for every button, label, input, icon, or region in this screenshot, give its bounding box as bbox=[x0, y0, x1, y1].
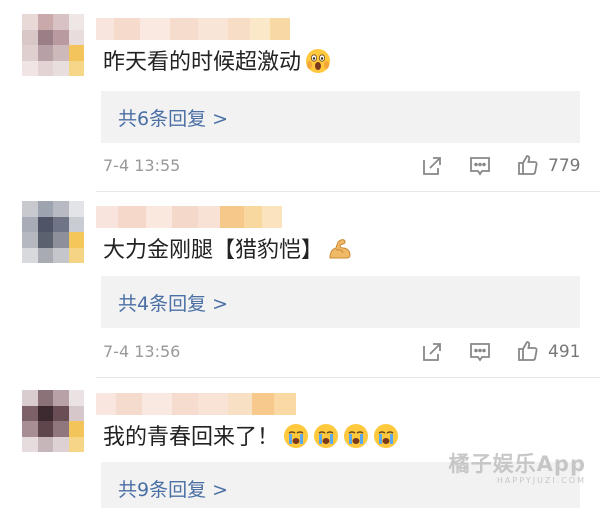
comment-text: 大力金刚腿【猎豹恺】 bbox=[103, 236, 353, 266]
comment-text: 昨天看的时候超激动 bbox=[103, 48, 331, 78]
like-count: 491 bbox=[548, 342, 581, 362]
username-blurred[interactable] bbox=[96, 18, 290, 40]
username-blurred[interactable] bbox=[96, 393, 296, 415]
divider bbox=[96, 377, 600, 378]
comment-text-content: 大力金刚腿【猎豹恺】 bbox=[103, 238, 324, 263]
crying-emoji-icon bbox=[314, 424, 339, 448]
divider bbox=[96, 191, 600, 192]
timestamp: 7-4 13:55 bbox=[103, 156, 181, 175]
comment-icon[interactable] bbox=[468, 340, 492, 364]
view-replies-link[interactable]: 共6条回复 > bbox=[118, 104, 228, 131]
crying-emoji-icon bbox=[344, 424, 369, 448]
flexed-biceps-emoji-icon bbox=[329, 239, 351, 259]
thumbs-up-icon[interactable] bbox=[516, 153, 540, 177]
comment-text-content: 我的青春回来了！ bbox=[103, 425, 280, 450]
watermark: 橘子娱乐App HAPPYJUZI.COM bbox=[449, 452, 586, 486]
view-replies-link[interactable]: 共4条回复 > bbox=[118, 289, 228, 316]
comment-feed: 昨天看的时候超激动 共6条回复 > 7-4 13:55 779 大力金刚腿【猎豹… bbox=[0, 0, 600, 508]
avatar[interactable] bbox=[22, 390, 84, 452]
reply-box[interactable]: 共4条回复 > bbox=[101, 276, 580, 328]
watermark-url: HAPPYJUZI.COM bbox=[496, 476, 586, 485]
avatar[interactable] bbox=[22, 201, 84, 263]
thumbs-up-icon[interactable] bbox=[516, 339, 540, 363]
scream-emoji-icon bbox=[306, 49, 331, 73]
comment-text-content: 昨天看的时候超激动 bbox=[103, 50, 302, 75]
username-blurred[interactable] bbox=[96, 206, 282, 228]
watermark-title: 橘子娱乐App bbox=[448, 452, 586, 476]
comment-icon[interactable] bbox=[468, 154, 492, 178]
reply-box[interactable]: 共6条回复 > bbox=[101, 91, 580, 143]
crying-emoji-icon bbox=[374, 424, 399, 448]
view-replies-link[interactable]: 共9条回复 > bbox=[118, 475, 228, 502]
comment-text: 我的青春回来了！ bbox=[103, 423, 399, 453]
crying-emoji-icon bbox=[284, 424, 309, 448]
share-icon[interactable] bbox=[420, 340, 444, 364]
like-count: 779 bbox=[548, 156, 581, 176]
timestamp: 7-4 13:56 bbox=[103, 342, 181, 361]
avatar[interactable] bbox=[22, 14, 84, 76]
share-icon[interactable] bbox=[420, 154, 444, 178]
